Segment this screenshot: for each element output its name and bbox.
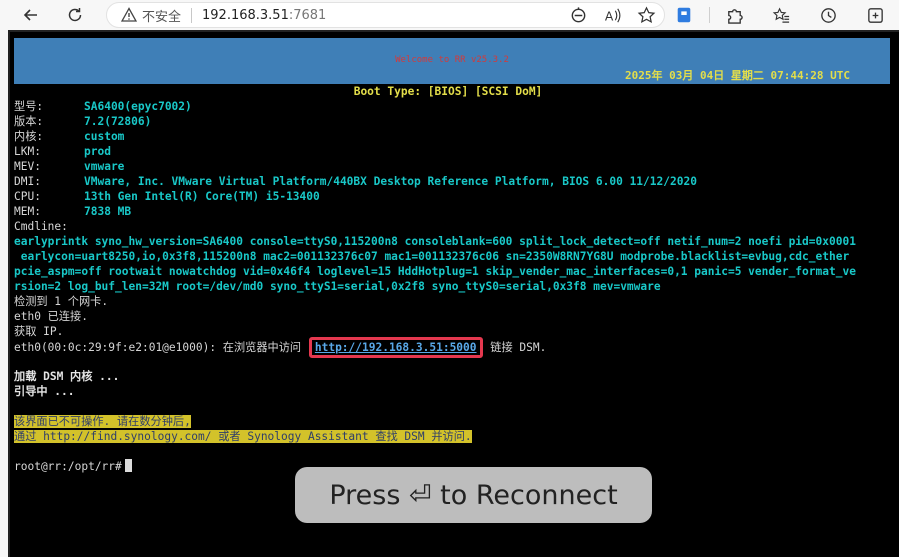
banner-welcome: Welcome to RR v25.3.2 bbox=[395, 55, 509, 65]
banner-datetime: 2025年 03月 04日 星期二 07:44:28 UTC bbox=[625, 69, 850, 82]
toolbar-divider bbox=[709, 7, 710, 23]
cmdline-line: earlycon=uart8250,io,0x3f8,115200n8 mac2… bbox=[14, 250, 850, 263]
url-host[interactable]: 192.168.3.51 bbox=[202, 8, 289, 23]
read-aloud-icon[interactable]: A bbox=[602, 5, 622, 25]
terminal-cursor bbox=[124, 459, 132, 472]
refresh-translate-icon[interactable] bbox=[568, 5, 588, 25]
warning-line: 通过 http://find.synology.com/ 或者 Synology… bbox=[14, 430, 472, 443]
browser-toolbar: 不安全 192.168.3.51:7681 A bbox=[0, 0, 899, 30]
dsm-link[interactable]: http://192.168.3.51:5000 bbox=[308, 337, 483, 358]
reload-icon bbox=[68, 8, 82, 22]
info-row: 内核: custom bbox=[14, 130, 125, 143]
favorite-icon[interactable] bbox=[636, 5, 656, 25]
net-line: 检测到 1 个网卡. bbox=[14, 295, 109, 308]
reconnect-overlay[interactable]: Press ⏎ to Reconnect bbox=[295, 467, 652, 523]
info-row: DMI: VMware, Inc. VMware Virtual Platform… bbox=[14, 175, 697, 188]
address-bar[interactable]: 不安全 192.168.3.51:7681 A bbox=[106, 2, 665, 28]
eth0-prefix: eth0(00:0c:29:9f:e2:01@e1000): 在浏览器中访问 bbox=[14, 341, 308, 354]
welcome-banner: Welcome to RR v25.3.2 2025年 03月 04日 星期二 … bbox=[14, 38, 890, 84]
shell-prompt[interactable]: root@rr:/opt/rr# bbox=[14, 459, 132, 474]
security-label[interactable]: 不安全 bbox=[142, 6, 181, 25]
info-row: MEM: 7838 MB bbox=[14, 205, 132, 218]
history-icon[interactable] bbox=[816, 3, 840, 27]
loading-line: 引导中 ... bbox=[14, 385, 75, 398]
extension-icon[interactable] bbox=[672, 3, 696, 27]
url-port[interactable]: :7681 bbox=[289, 8, 326, 23]
cmdline-line: rsion=2 log_buf_len=32M root=/dev/md0 sy… bbox=[14, 280, 661, 293]
boot-type: Boot Type: [BIOS] [SCSI DoM] bbox=[353, 85, 543, 98]
net-line: eth0 已连接. bbox=[14, 310, 88, 323]
cmdline-label: Cmdline: bbox=[14, 220, 68, 233]
back-button[interactable] bbox=[16, 0, 46, 30]
info-row: CPU: 13th Gen Intel(R) Core(TM) i5-13400 bbox=[14, 190, 320, 203]
warning-line: 该界面已不可操作. 请在数分钟后, bbox=[14, 415, 191, 428]
loading-line: 加载 DSM 内核 ... bbox=[14, 370, 120, 383]
collections-icon[interactable] bbox=[863, 3, 887, 27]
info-row: 版本: 7.2(72806) bbox=[14, 115, 152, 128]
favorites-bar-icon[interactable] bbox=[769, 3, 793, 27]
puzzle-icon[interactable] bbox=[722, 3, 746, 27]
reload-button[interactable] bbox=[60, 0, 90, 30]
cmdline-line: pcie_aspm=off rootwait nowatchdog vid=0x… bbox=[14, 265, 856, 278]
address-divider bbox=[191, 7, 193, 23]
eth0-suffix: 链接 DSM. bbox=[483, 341, 547, 354]
warning-icon[interactable] bbox=[121, 7, 137, 23]
info-row: LKM: prod bbox=[14, 145, 111, 158]
info-row: MEV: vmware bbox=[14, 160, 125, 173]
cmdline-line: earlyprintk syno_hw_version=SA6400 conso… bbox=[14, 235, 856, 248]
svg-text:A: A bbox=[604, 9, 613, 23]
back-icon bbox=[23, 9, 37, 21]
eth0-line: eth0(00:0c:29:9f:e2:01@e1000): 在浏览器中访问 h… bbox=[14, 337, 546, 358]
info-row: 型号: SA6400(epyc7002) bbox=[14, 100, 192, 113]
terminal[interactable]: Welcome to RR v25.3.2 2025年 03月 04日 星期二 … bbox=[8, 30, 899, 557]
